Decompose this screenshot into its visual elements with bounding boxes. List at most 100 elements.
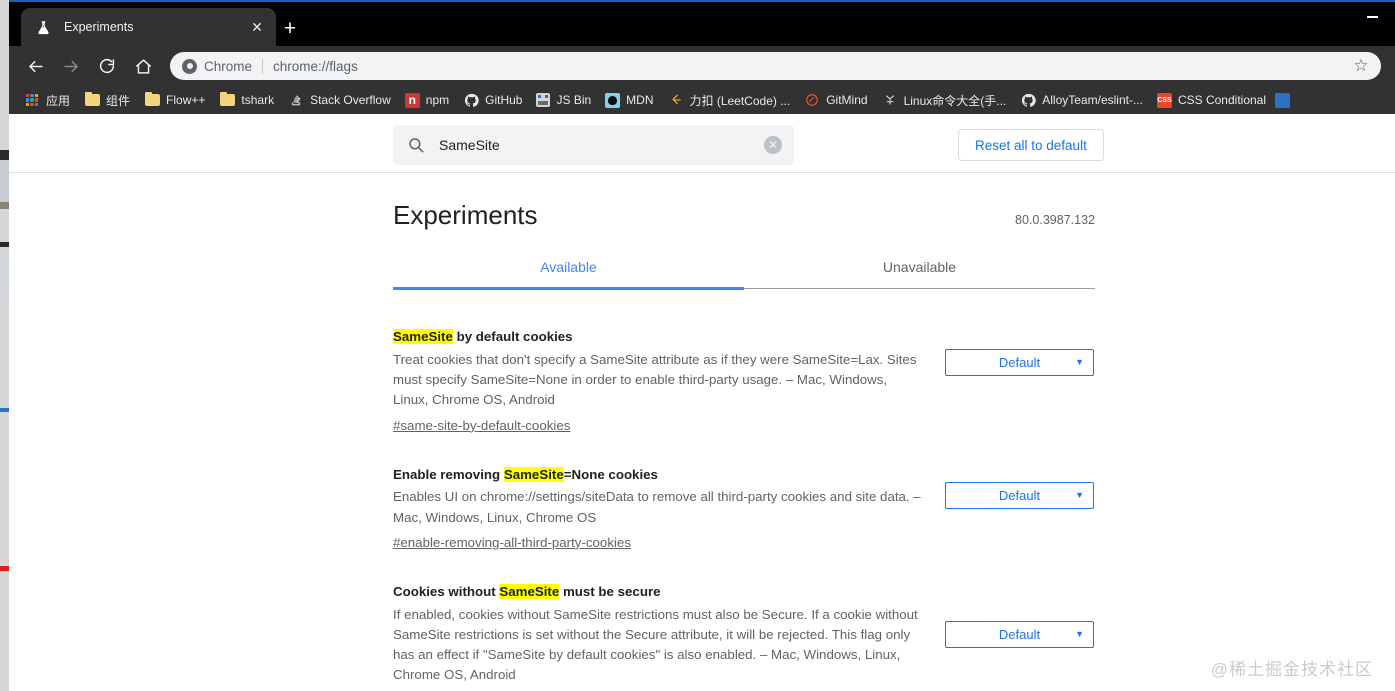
bookmark-label: Linux命令大全(手... [904,92,1007,109]
jsbin-icon [536,93,550,107]
search-input[interactable]: SameSite ✕ [393,125,794,165]
flag-state-select[interactable]: Default ▼ [945,621,1094,648]
flag-item: Enable removing SameSite=None cookies En… [393,443,1095,560]
bookmark-npm[interactable]: n npm [398,89,456,111]
address-bar[interactable]: Chrome chrome://flags ☆ [170,52,1381,80]
apps-grid-icon [24,92,40,108]
omnibox-chip-label: Chrome [204,59,252,74]
forward-arrow-icon[interactable] [56,51,86,81]
home-icon[interactable] [128,51,158,81]
bookmark-folder-tshark[interactable]: tshark [212,89,281,111]
chrome-browser-window: Experiments ✕ + [9,0,1395,691]
flag-item: SameSite by default cookies Treat cookie… [393,313,1095,443]
bookmark-label: npm [426,93,449,107]
bookmark-folder-components[interactable]: 组件 [77,89,137,111]
flag-state-value: Default [999,627,1040,642]
bookmark-gitmind[interactable]: GitMind [797,89,874,111]
css-icon: CSS [1157,93,1172,108]
clear-icon[interactable]: ✕ [764,136,782,154]
close-icon[interactable]: ✕ [246,16,268,38]
tab-strip: Experiments ✕ + [9,2,1395,46]
browser-tab-experiments[interactable]: Experiments ✕ [21,8,276,46]
bookmark-folder-flow[interactable]: Flow++ [137,89,212,111]
bookmark-label: CSS Conditional [1178,93,1266,107]
flag-name: Enable removing SameSite=None cookies [393,465,923,485]
back-arrow-icon[interactable] [20,51,50,81]
npm-icon: n [405,93,420,108]
flag-name-highlight: SameSite [499,584,559,599]
flag-name-pre: Enable removing [393,467,504,482]
chrome-version: 80.0.3987.132 [1015,213,1095,227]
bookmark-css-conditional[interactable]: CSS CSS Conditional [1150,89,1273,111]
address-bar-url: chrome://flags [273,59,1371,74]
flags-content-column: Experiments 80.0.3987.132 Available Unav… [393,173,1095,691]
flag-description: Enables UI on chrome://settings/siteData… [393,487,923,527]
bookmark-js-bin[interactable]: JS Bin [529,89,598,111]
bookmark-label: JS Bin [556,93,591,107]
flag-control: Default ▼ [945,582,1095,648]
window-controls [1349,2,1395,46]
bookmark-apps[interactable]: 应用 [17,89,77,111]
bookmark-label: MDN [626,93,653,107]
bookmark-stack-overflow[interactable]: Stack Overflow [281,89,398,111]
minimize-button[interactable] [1349,2,1395,32]
flag-permalink[interactable]: #enable-removing-all-third-party-cookies [393,535,631,550]
bookmark-linux-commands[interactable]: Linux命令大全(手... [875,89,1014,111]
flag-permalink[interactable]: #same-site-by-default-cookies [393,418,570,433]
bookmark-label: 应用 [46,92,70,109]
gitmind-icon [804,92,820,108]
flag-description: Treat cookies that don't specify a SameS… [393,350,923,411]
bookmark-label: Stack Overflow [310,93,391,107]
bookmark-alloyteam-eslint[interactable]: AlloyTeam/eslint-... [1013,89,1150,111]
tab-title: Experiments [64,20,246,34]
bookmark-label: tshark [241,93,274,107]
flag-name-pre: Cookies without [393,584,499,599]
flags-list: SameSite by default cookies Treat cookie… [393,313,1095,691]
flag-text: SameSite by default cookies Treat cookie… [393,327,923,435]
flag-name-post: =None cookies [564,467,658,482]
folder-icon [144,92,160,108]
reset-all-to-default-button[interactable]: Reset all to default [958,129,1104,161]
linux-icon [882,92,898,108]
flag-text: Enable removing SameSite=None cookies En… [393,465,923,552]
flag-state-value: Default [999,488,1040,503]
flag-name-highlight: SameSite [393,329,453,344]
bookmarks-bar: 应用 组件 Flow++ tshark Stack Overflow n npm [9,86,1395,114]
flask-icon [35,19,52,36]
bookmark-label: 组件 [106,92,130,109]
new-tab-button[interactable]: + [277,15,303,41]
page-title: Experiments [393,200,538,231]
bookmark-overflow-partial[interactable] [1273,89,1303,111]
active-tab-underline [393,287,744,290]
bookmark-label: GitMind [826,93,867,107]
search-value: SameSite [439,137,764,153]
star-icon[interactable]: ☆ [1351,56,1371,76]
omnibox-divider [262,59,263,74]
flag-state-value: Default [999,355,1040,370]
leetcode-icon [668,92,684,108]
flag-state-select[interactable]: Default ▼ [945,482,1094,509]
flag-control: Default ▼ [945,327,1095,376]
watermark: @稀土掘金技术社区 [1211,655,1373,680]
flag-description: If enabled, cookies without SameSite res… [393,605,923,686]
flag-name-post: must be secure [559,584,660,599]
bookmark-mdn[interactable]: MDN [598,89,660,111]
flag-state-select[interactable]: Default ▼ [945,349,1094,376]
flag-item: Cookies without SameSite must be secure … [393,560,1095,691]
flag-name: SameSite by default cookies [393,327,923,347]
bookmark-label: AlloyTeam/eslint-... [1042,93,1143,107]
github-icon [1020,92,1036,108]
partial-bookmark-icon [1275,93,1290,108]
bookmark-label: GitHub [485,93,522,107]
flags-tabs: Available Unavailable [393,259,1095,289]
bookmark-github[interactable]: GitHub [456,89,529,111]
flag-control: Default ▼ [945,465,1095,509]
bookmark-leetcode[interactable]: 力扣 (LeetCode) ... [661,89,798,111]
tab-available[interactable]: Available [393,259,744,288]
reload-icon[interactable] [92,51,122,81]
folder-icon [219,92,235,108]
chevron-down-icon: ▼ [1075,491,1084,500]
flag-text: Cookies without SameSite must be secure … [393,582,923,691]
folder-icon [84,92,100,108]
tab-unavailable[interactable]: Unavailable [744,259,1095,288]
